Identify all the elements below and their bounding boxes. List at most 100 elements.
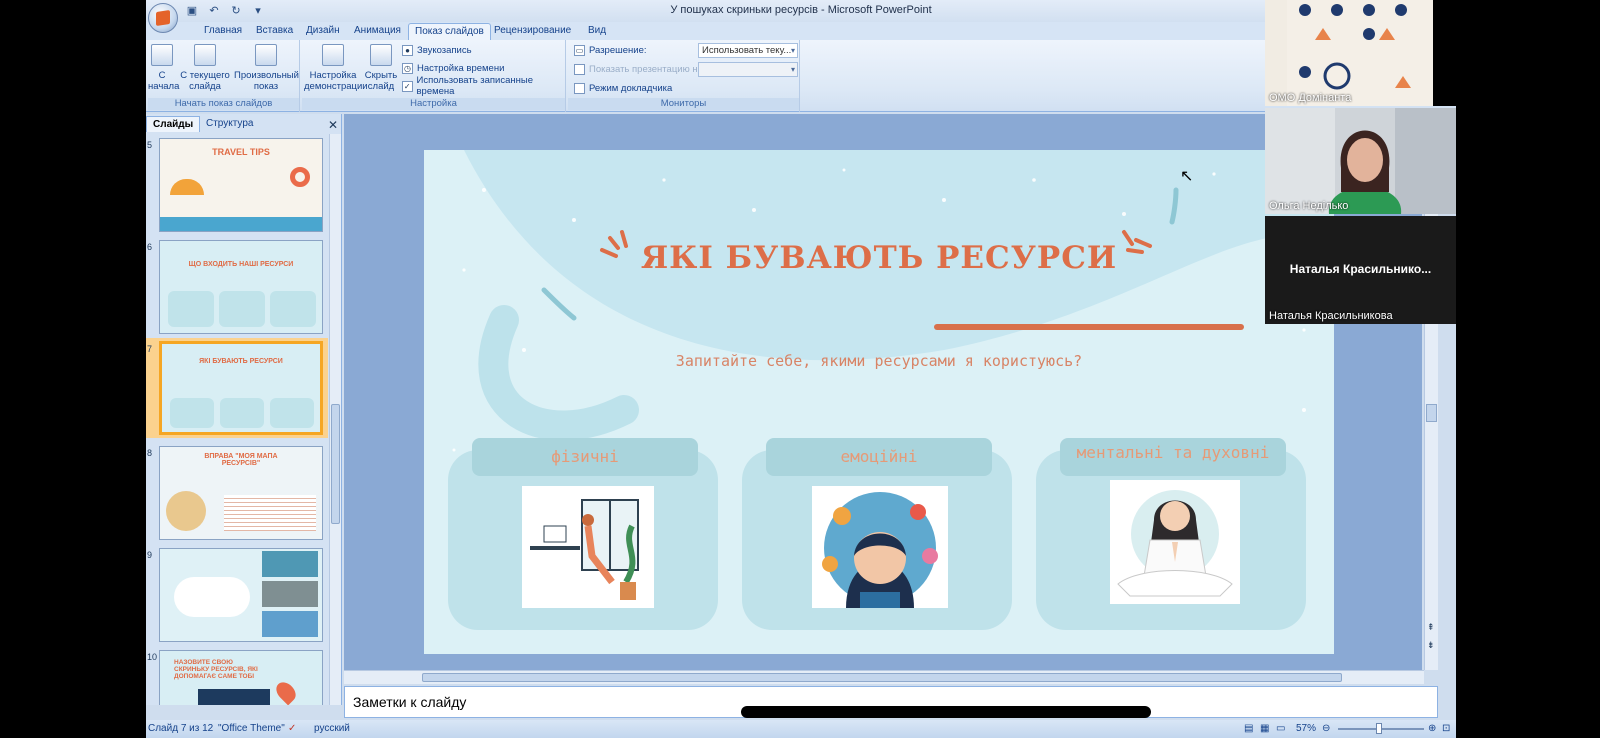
tab-animation[interactable]: Анимация	[348, 23, 407, 40]
slide-editing-area: ЯКІ БУВАЮТЬ РЕСУРСИ Запитайте себе, яким…	[344, 114, 1422, 670]
slide-thumb-5[interactable]: TRAVEL TIPS	[159, 138, 323, 232]
zoom-in-icon[interactable]: ⊕	[1428, 723, 1436, 734]
show-on-label: Показать презентацию на:	[589, 63, 706, 75]
current-slide[interactable]: ЯКІ БУВАЮТЬ РЕСУРСИ Запитайте себе, яким…	[424, 150, 1334, 654]
zoom-out-icon[interactable]: ⊖	[1322, 723, 1330, 734]
close-icon[interactable]: ✕	[328, 118, 338, 132]
microphone-icon: ●	[402, 44, 413, 56]
card-label-mental[interactable]: ментальні та духовні	[1060, 438, 1286, 476]
normal-view-icon[interactable]: ▤	[1244, 723, 1253, 734]
show-on-select[interactable]: ▾	[698, 62, 798, 77]
resolution-select[interactable]: Использовать теку... ▾	[698, 43, 798, 58]
exercise-illustration[interactable]	[522, 486, 654, 608]
custom-show-label: Произвольный показ	[234, 70, 299, 92]
thumb-number: 9	[147, 550, 153, 560]
slide-thumb-10[interactable]: НАЗОВИТЕ СВОЮ СКРИНЬКУ РЕСУРСІВ, ЯКІ ДОП…	[159, 650, 323, 705]
zoom-level[interactable]: 57%	[1296, 723, 1316, 734]
language: русский	[314, 723, 350, 734]
horizontal-scrollbar[interactable]	[344, 670, 1424, 684]
thumb-title: НАЗОВИТЕ СВОЮ СКРИНЬКУ РЕСУРСІВ, ЯКІ ДОП…	[174, 659, 258, 680]
thumb-text-lines	[224, 495, 316, 531]
presenter-view-checkbox[interactable]: Режим докладчика	[574, 80, 672, 96]
slide-counter: Слайд 7 из 12	[148, 723, 214, 734]
rehearse-timings-button[interactable]: ◷ Настройка времени	[402, 60, 504, 76]
thumb-card	[220, 398, 264, 428]
customize-qat-icon[interactable]: ▾	[250, 3, 266, 17]
hide-slide-label: Скрыть слайд	[364, 70, 398, 92]
spellcheck-icon[interactable]: ✓	[288, 723, 296, 734]
slide-thumb-6[interactable]: ЩО ВХОДИТЬ НАШІ РЕСУРСИ	[159, 240, 323, 334]
title-underline	[934, 324, 1244, 330]
chevron-down-icon: ▾	[790, 65, 795, 74]
thumb-title: ЩО ВХОДИТЬ НАШІ РЕСУРСИ	[188, 261, 294, 268]
participant-tile-2[interactable]: Ольга Неділько	[1265, 108, 1456, 214]
show-on-label-row: Показать презентацию на:	[574, 61, 706, 77]
thumb-number: 5	[147, 140, 153, 150]
photo-image	[262, 551, 318, 577]
checkmark-icon: ✓	[402, 80, 413, 92]
monitor-icon: ▭	[574, 44, 585, 56]
tab-home[interactable]: Главная	[198, 23, 248, 40]
tab-design[interactable]: Дизайн	[300, 23, 346, 40]
hide-slide-button[interactable]: Скрыть слайд	[364, 44, 398, 92]
meditation-illustration[interactable]	[1110, 480, 1240, 604]
fit-window-icon[interactable]: ⊡	[1442, 723, 1450, 734]
slide-thumb-7[interactable]: ЯКІ БУВАЮТЬ РЕСУРСИ	[159, 341, 323, 435]
tab-slideshow[interactable]: Показ слайдов	[408, 23, 491, 40]
group-label-setup: Настройка	[302, 98, 565, 110]
slides-pane-scrollbar[interactable]	[329, 134, 341, 705]
participant-tile-3[interactable]: Наталья Красильнико... Наталья Красильни…	[1265, 216, 1456, 324]
from-start-label: С начала	[148, 70, 180, 92]
office-button[interactable]	[148, 3, 178, 33]
tab-review[interactable]: Рецензирование	[488, 23, 577, 40]
from-current-button[interactable]: С текущего слайда	[180, 44, 230, 92]
group-monitors: ▭ Разрешение: Использовать теку... ▾ Пок…	[568, 40, 800, 112]
resolution-value: Использовать теку...	[702, 45, 792, 56]
office-logo-icon	[156, 10, 170, 26]
slide-title[interactable]: ЯКІ БУВАЮТЬ РЕСУРСИ	[424, 240, 1334, 276]
slide-subtitle[interactable]: Запитайте себе, якими ресурсами я корист…	[424, 352, 1334, 370]
umbrella-icon	[170, 179, 204, 195]
save-icon[interactable]: ▣	[184, 3, 200, 17]
participant-name: Ольга Неділько	[1269, 200, 1349, 212]
clock-icon: ◷	[402, 62, 413, 74]
slideshow-view-icon[interactable]: ▭	[1276, 723, 1285, 734]
participant-video	[1265, 108, 1456, 214]
use-timings-checkbox[interactable]: ✓ Использовать записанные времена	[402, 75, 565, 97]
scroll-thumb[interactable]	[331, 404, 340, 524]
redo-icon[interactable]: ↻	[228, 3, 244, 17]
from-start-button[interactable]: С начала	[148, 44, 180, 92]
next-slide-icon[interactable]: ⇟	[1427, 640, 1435, 651]
use-timings-label: Использовать записанные времена	[416, 75, 534, 97]
tab-slides[interactable]: Слайды	[146, 116, 201, 132]
hat-image	[166, 491, 206, 531]
group-start-show: С начала С текущего слайда Произвольный …	[148, 40, 300, 112]
participant-tile-1[interactable]: ОМО Домінанта	[1265, 0, 1456, 106]
tab-view[interactable]: Вид	[582, 23, 612, 40]
thumb-title: TRAVEL TIPS	[212, 147, 270, 157]
card-label-emotional[interactable]: емоційні	[766, 438, 992, 476]
zoom-knob[interactable]	[1376, 723, 1382, 734]
resolution-label: Разрешение:	[589, 44, 647, 56]
slide-thumb-9[interactable]	[159, 548, 323, 642]
scroll-thumb[interactable]	[1426, 404, 1437, 422]
slide-thumb-8[interactable]: ВПРАВА "МОЯ МАПА РЕСУРСІВ"	[159, 446, 323, 540]
pane-tabs: Слайды Структура ✕	[146, 116, 342, 132]
emotions-illustration[interactable]	[812, 486, 948, 608]
scroll-thumb[interactable]	[422, 673, 1342, 682]
mouse-cursor-icon: ↖	[1180, 168, 1194, 185]
quick-access-toolbar: ▣ ↶ ↻ ▾	[184, 3, 266, 17]
meditation-icon	[1117, 490, 1233, 597]
custom-show-button[interactable]: Произвольный показ	[234, 44, 299, 92]
slides-pane: Слайды Структура ✕ 5 TRAVEL TIPS 6 ЩО ВХ…	[146, 114, 342, 705]
setup-show-button[interactable]: Настройка демонстрации	[304, 44, 368, 92]
title-bar: У пошуках скриньки ресурсів - Microsoft …	[146, 0, 1456, 22]
prev-slide-icon[interactable]: ⇞	[1427, 622, 1435, 633]
tab-insert[interactable]: Вставка	[250, 23, 299, 40]
slide-sorter-icon[interactable]: ▦	[1260, 723, 1269, 734]
exercise-icon	[530, 499, 639, 600]
undo-icon[interactable]: ↶	[206, 3, 222, 17]
card-label-physical[interactable]: фізичні	[472, 438, 698, 476]
record-narration-button[interactable]: ● Звукозапись	[402, 42, 472, 58]
tab-outline[interactable]: Структура	[200, 116, 259, 132]
